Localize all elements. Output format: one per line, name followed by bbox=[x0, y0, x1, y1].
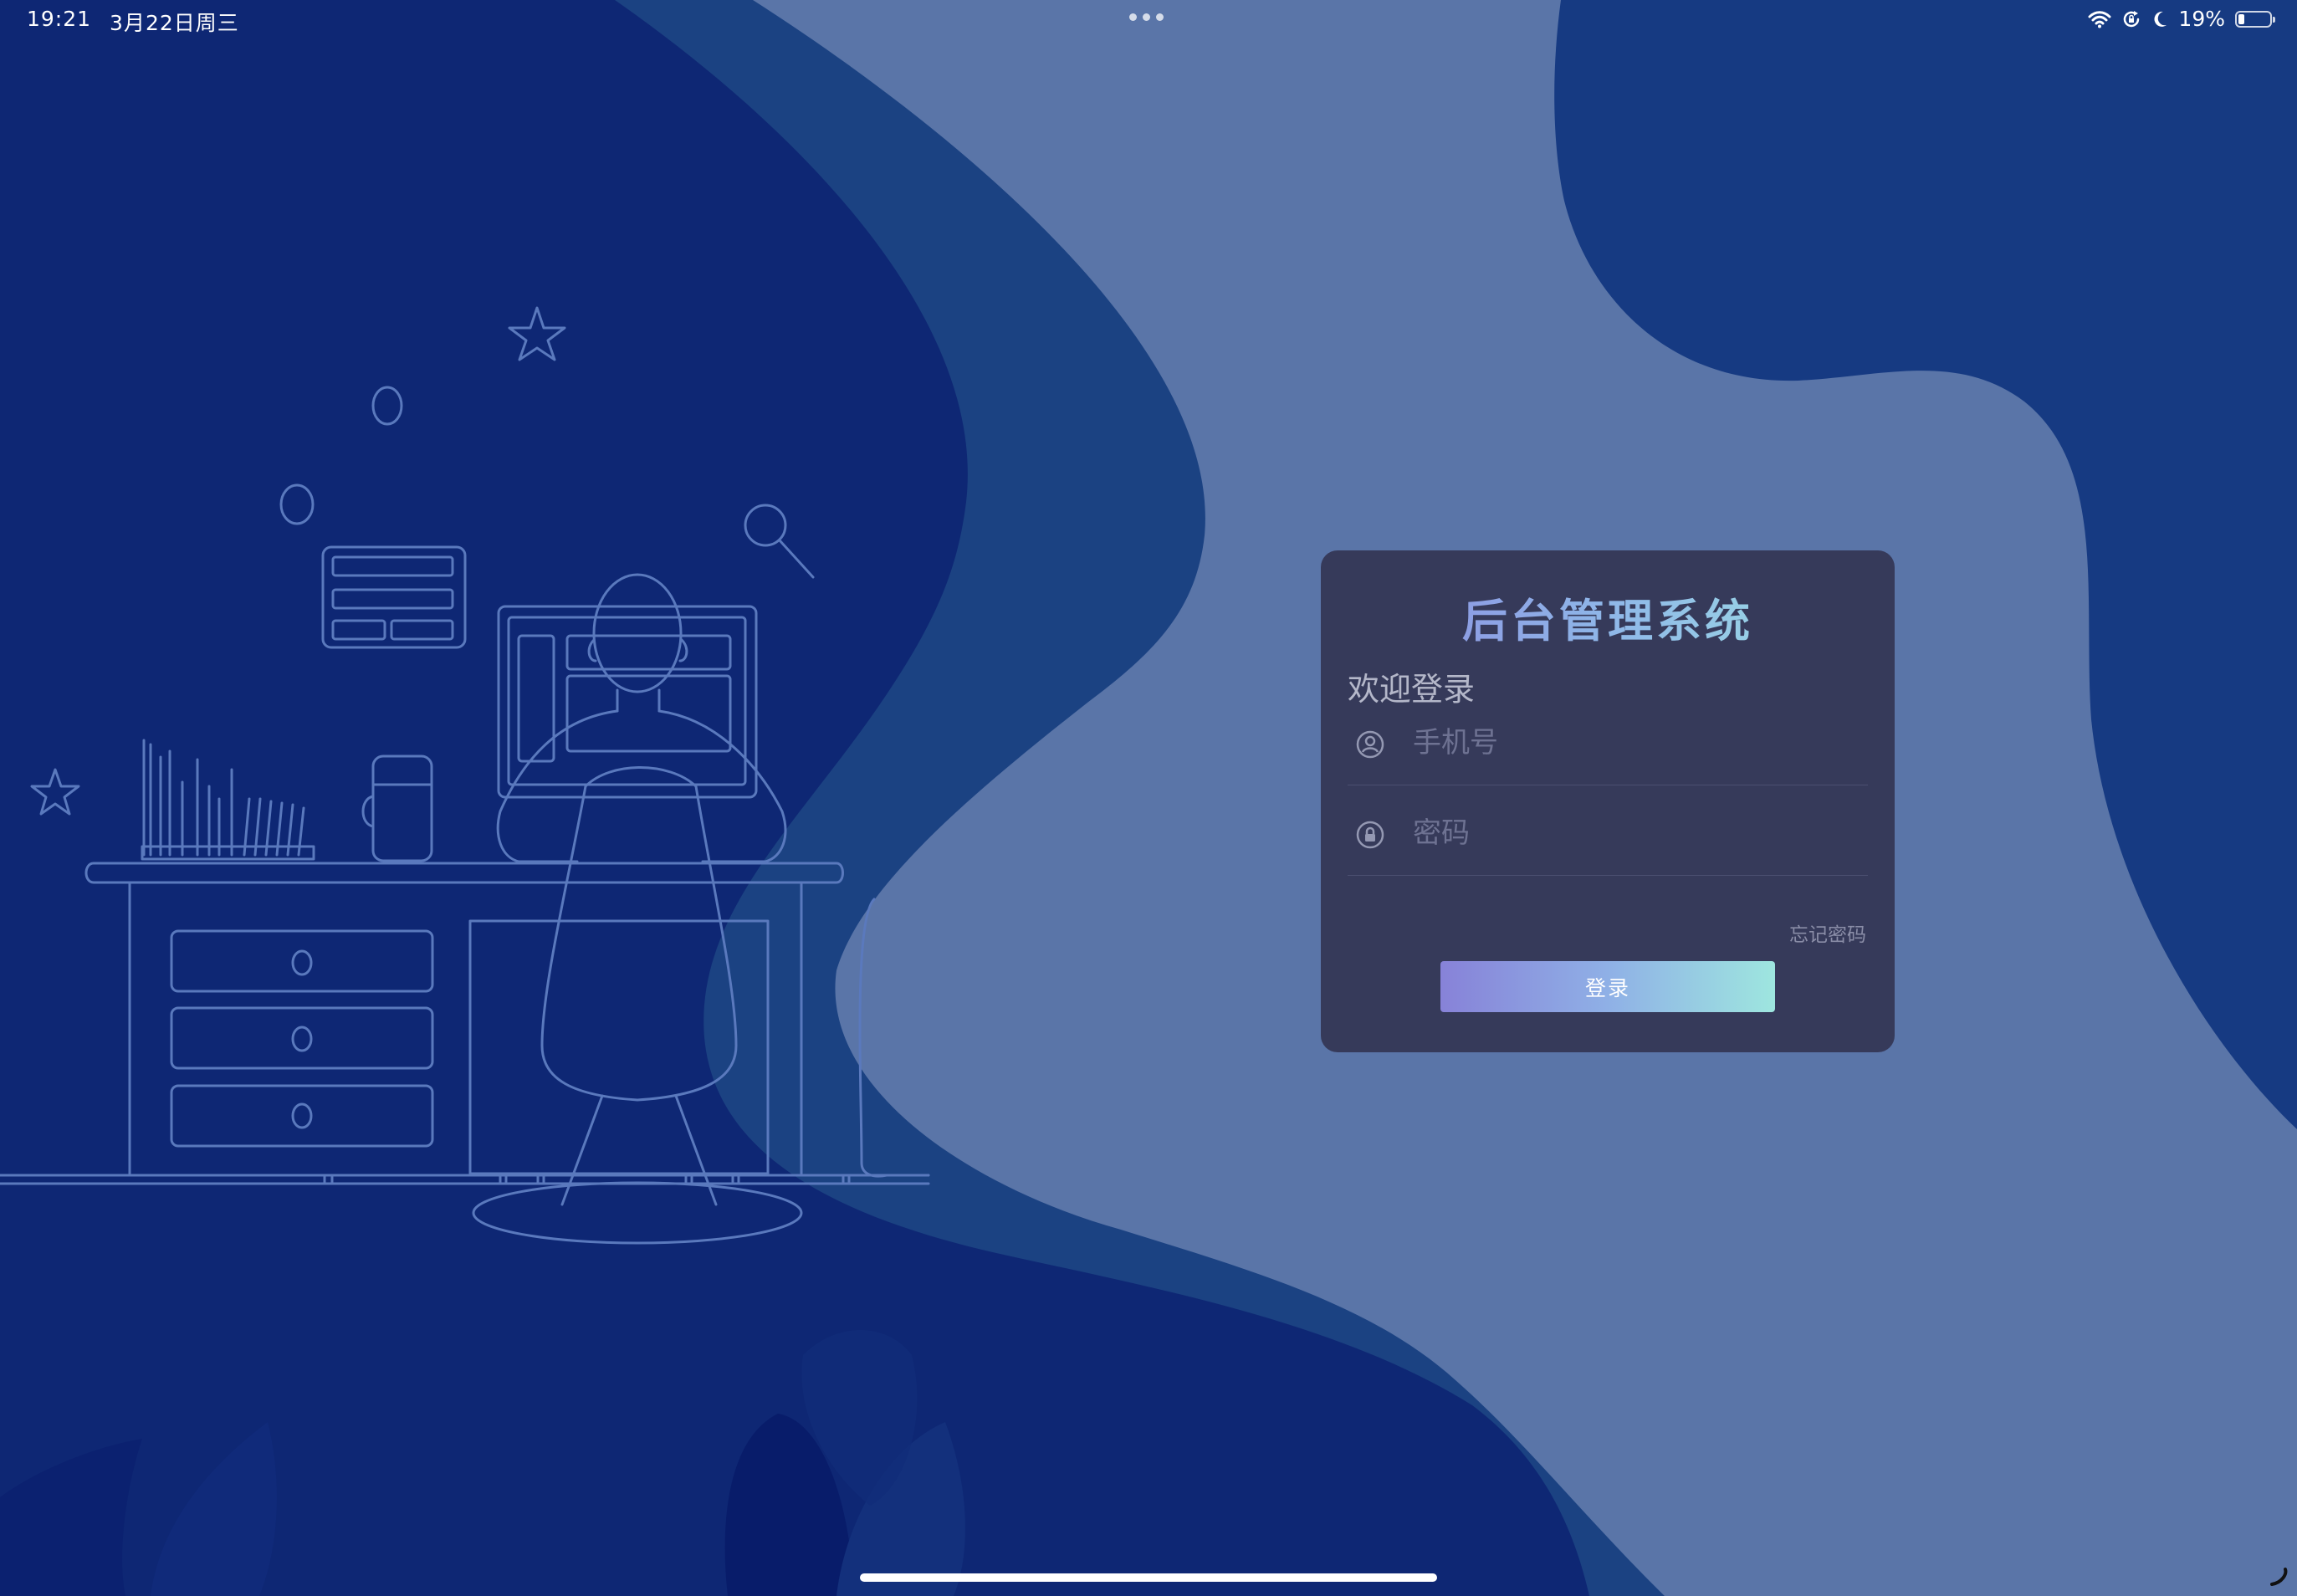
background-illustration bbox=[0, 0, 2297, 1596]
password-input[interactable] bbox=[1413, 812, 1848, 854]
battery-icon bbox=[2235, 10, 2275, 28]
dot bbox=[1129, 13, 1137, 21]
login-card: 后台管理系统 欢迎登录 忘记密码 登录 bbox=[1321, 550, 1895, 1052]
battery-level bbox=[2238, 13, 2244, 24]
phone-icon bbox=[2270, 1568, 2288, 1586]
dot bbox=[1143, 13, 1150, 21]
status-bar-right: 19% bbox=[2088, 7, 2275, 31]
phone-field[interactable] bbox=[1348, 702, 1868, 785]
home-indicator[interactable] bbox=[860, 1573, 1437, 1582]
multitasking-dots[interactable] bbox=[1129, 13, 1164, 21]
login-button[interactable]: 登录 bbox=[1440, 961, 1775, 1012]
wifi-icon bbox=[2088, 10, 2111, 28]
status-date: 3月22日周三 bbox=[110, 11, 239, 35]
status-time: 19:21 bbox=[27, 7, 92, 31]
status-bar-left: 19:21 3月22日周三 bbox=[27, 7, 239, 37]
login-screen: 19:21 3月22日周三 19% 后台管理系统 欢迎登录 手机号 忘记密码 登… bbox=[0, 0, 2297, 1596]
forgot-password-link[interactable]: 忘记密码 bbox=[1789, 918, 1866, 947]
password-field[interactable] bbox=[1348, 792, 1868, 876]
moon-icon bbox=[2154, 11, 2167, 27]
dot bbox=[1156, 13, 1164, 21]
lock-circle-icon bbox=[1356, 821, 1384, 849]
user-circle-icon bbox=[1356, 730, 1384, 759]
page-title: 后台管理系统 bbox=[1321, 584, 1895, 650]
phone-input[interactable] bbox=[1413, 722, 1848, 764]
rotation-lock-icon bbox=[2124, 10, 2140, 27]
battery-percent: 19% bbox=[2178, 7, 2225, 31]
